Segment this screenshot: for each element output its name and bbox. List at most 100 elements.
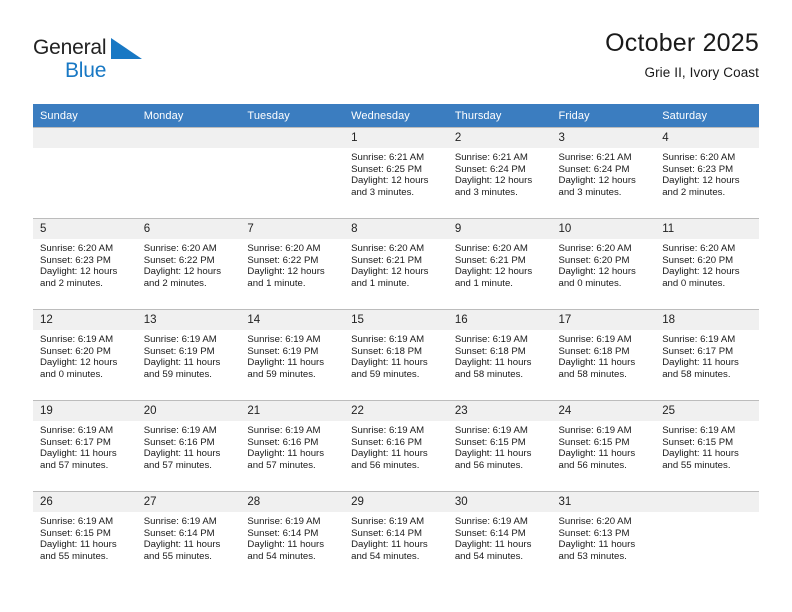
page-header: General Blue October 2025 Grie II, Ivory… [33, 28, 759, 94]
calendar-day-cell[interactable]: 12 Sunrise: 6:19 AM Sunset: 6:20 PM Dayligh… [33, 309, 137, 401]
day-number: 3 [551, 128, 656, 148]
calendar-day-cell[interactable]: 27 Sunrise: 6:19 AM Sunset: 6:14 PM Dayligh… [136, 491, 241, 582]
daylight-text-line2: and 1 minute. [351, 277, 410, 289]
calendar-day-cell[interactable]: 23 Sunrise: 6:19 AM Sunset: 6:15 PM Dayligh… [447, 400, 552, 492]
sunrise-text: Sunrise: 6:19 AM [662, 334, 736, 345]
daylight-text-line1: Daylight: 11 hours [351, 448, 428, 460]
daylight-text-line2: and 58 minutes. [558, 368, 627, 380]
calendar-day-cell[interactable]: 29 Sunrise: 6:19 AM Sunset: 6:14 PM Dayligh… [344, 491, 448, 582]
calendar-day-cell[interactable]: 22 Sunrise: 6:19 AM Sunset: 6:16 PM Dayligh… [344, 400, 448, 492]
calendar-day-cell[interactable]: 8 Sunrise: 6:20 AM Sunset: 6:21 PM Daylight… [344, 218, 448, 310]
daylight-text-line1: Daylight: 11 hours [351, 539, 428, 551]
daylight-text-line2: and 56 minutes. [454, 459, 524, 471]
daylight-text-line2: and 57 minutes. [40, 459, 109, 471]
day-number: 31 [551, 492, 656, 512]
day-details: Sunrise: 6:20 AM Sunset: 6:23 PM Daylight:… [655, 148, 759, 198]
sunrise-text: Sunrise: 6:19 AM [351, 334, 425, 345]
calendar-week-row: 26 Sunrise: 6:19 AM Sunset: 6:15 PM Dayligh… [33, 491, 759, 582]
day-details: Sunrise: 6:19 AM Sunset: 6:19 PM Daylight:… [137, 330, 241, 380]
general-blue-logo: General Blue [33, 36, 233, 90]
sunset-text: Sunset: 6:15 PM [454, 436, 526, 448]
calendar-day-cell[interactable]: 17 Sunrise: 6:19 AM Sunset: 6:18 PM Dayligh… [551, 309, 656, 401]
day-number: 1 [344, 128, 448, 148]
daylight-text-line2: and 1 minute. [454, 277, 513, 289]
sunset-text: Sunset: 6:23 PM [40, 254, 111, 266]
calendar-day-cell[interactable]: 2 Sunrise: 6:21 AM Sunset: 6:24 PM Daylight… [447, 127, 552, 219]
daylight-text-line1: Daylight: 12 hours [40, 357, 118, 369]
logo-text-blue: Blue [65, 59, 107, 82]
daylight-text-line2: and 54 minutes. [247, 550, 316, 562]
weekday-header-row: Sunday Monday Tuesday Wednesday Thursday… [33, 104, 759, 128]
sunset-text: Sunset: 6:18 PM [454, 345, 526, 357]
sunrise-text: Sunrise: 6:19 AM [143, 334, 217, 345]
sunrise-text: Sunrise: 6:19 AM [558, 334, 632, 345]
sunset-text: Sunset: 6:17 PM [40, 436, 111, 448]
daylight-text-line1: Daylight: 11 hours [454, 357, 532, 369]
weekday-header-monday: Monday [136, 104, 241, 128]
calendar-day-cell[interactable]: 10 Sunrise: 6:20 AM Sunset: 6:20 PM Dayligh… [551, 218, 656, 310]
sunset-text: Sunset: 6:24 PM [558, 163, 630, 175]
daylight-text-line2: and 3 minutes. [351, 186, 415, 198]
calendar-day-cell[interactable]: 16 Sunrise: 6:19 AM Sunset: 6:18 PM Dayligh… [447, 309, 552, 401]
day-details: Sunrise: 6:20 AM Sunset: 6:13 PM Daylight:… [552, 512, 656, 562]
calendar-day-cell[interactable]: 5 Sunrise: 6:20 AM Sunset: 6:23 PM Daylight… [33, 218, 137, 310]
day-details: Sunrise: 6:20 AM Sunset: 6:21 PM Daylight:… [448, 239, 552, 289]
day-number: 30 [447, 492, 552, 512]
daylight-text-line1: Daylight: 11 hours [662, 448, 739, 460]
day-number: 26 [33, 492, 137, 512]
sunrise-text: Sunrise: 6:20 AM [351, 243, 425, 254]
daylight-text-line2: and 0 minutes. [40, 368, 103, 380]
day-number [655, 492, 759, 512]
daylight-text-line1: Daylight: 11 hours [143, 357, 221, 369]
daylight-text-line2: and 3 minutes. [454, 186, 518, 198]
calendar-day-cell[interactable]: 11 Sunrise: 6:20 AM Sunset: 6:20 PM Dayligh… [655, 218, 759, 310]
daylight-text-line2: and 0 minutes. [558, 277, 622, 289]
sunset-text: Sunset: 6:16 PM [247, 436, 319, 448]
daylight-text-line1: Daylight: 12 hours [40, 266, 118, 278]
calendar-day-cell[interactable]: 28 Sunrise: 6:19 AM Sunset: 6:14 PM Dayligh… [240, 491, 345, 582]
weekday-header-wednesday: Wednesday [344, 104, 448, 128]
calendar-day-cell[interactable]: 13 Sunrise: 6:19 AM Sunset: 6:19 PM Dayligh… [136, 309, 241, 401]
calendar-day-cell[interactable]: 18 Sunrise: 6:19 AM Sunset: 6:17 PM Dayligh… [655, 309, 759, 401]
day-details: Sunrise: 6:20 AM Sunset: 6:20 PM Daylight:… [655, 239, 759, 289]
sunset-text: Sunset: 6:17 PM [662, 345, 734, 357]
sunrise-text: Sunrise: 6:20 AM [558, 516, 632, 527]
sunset-text: Sunset: 6:16 PM [143, 436, 215, 448]
day-number: 20 [136, 401, 241, 421]
calendar-day-cell[interactable]: 26 Sunrise: 6:19 AM Sunset: 6:15 PM Dayligh… [33, 491, 137, 582]
daylight-text-line2: and 55 minutes. [662, 459, 731, 471]
calendar-day-cell[interactable]: 19 Sunrise: 6:19 AM Sunset: 6:17 PM Dayligh… [33, 400, 137, 492]
calendar-day-cell[interactable]: 14 Sunrise: 6:19 AM Sunset: 6:19 PM Dayligh… [240, 309, 345, 401]
sunrise-text: Sunrise: 6:20 AM [558, 243, 632, 254]
day-details: Sunrise: 6:19 AM Sunset: 6:14 PM Daylight:… [344, 512, 448, 562]
calendar-day-cell[interactable]: 21 Sunrise: 6:19 AM Sunset: 6:16 PM Dayligh… [240, 400, 345, 492]
sunset-text: Sunset: 6:25 PM [351, 163, 423, 175]
calendar-day-cell[interactable]: 1 Sunrise: 6:21 AM Sunset: 6:25 PM Daylight… [344, 127, 448, 219]
calendar-day-cell[interactable]: 6 Sunrise: 6:20 AM Sunset: 6:22 PM Daylight… [136, 218, 241, 310]
sunset-text: Sunset: 6:15 PM [40, 527, 111, 539]
calendar-day-cell[interactable]: 4 Sunrise: 6:20 AM Sunset: 6:23 PM Daylight… [655, 127, 759, 219]
day-number: 11 [655, 219, 759, 239]
sunset-text: Sunset: 6:14 PM [454, 527, 526, 539]
calendar-day-cell[interactable]: 25 Sunrise: 6:19 AM Sunset: 6:15 PM Dayligh… [655, 400, 759, 492]
daylight-text-line2: and 57 minutes. [143, 459, 212, 471]
daylight-text-line2: and 55 minutes. [40, 550, 109, 562]
calendar-day-cell[interactable]: 30 Sunrise: 6:19 AM Sunset: 6:14 PM Dayligh… [447, 491, 552, 582]
calendar-day-cell[interactable]: 7 Sunrise: 6:20 AM Sunset: 6:22 PM Daylight… [240, 218, 345, 310]
daylight-text-line1: Daylight: 12 hours [454, 175, 533, 187]
calendar-day-cell[interactable]: 24 Sunrise: 6:19 AM Sunset: 6:15 PM Dayligh… [551, 400, 656, 492]
sunrise-text: Sunrise: 6:21 AM [454, 152, 528, 163]
weekday-header-friday: Friday [551, 104, 656, 128]
daylight-text-line2: and 59 minutes. [247, 368, 316, 380]
calendar-day-cell[interactable]: 3 Sunrise: 6:21 AM Sunset: 6:24 PM Daylight… [551, 127, 656, 219]
day-details: Sunrise: 6:19 AM Sunset: 6:14 PM Daylight:… [137, 512, 241, 562]
calendar-day-cell[interactable]: 31 Sunrise: 6:20 AM Sunset: 6:13 PM Dayligh… [551, 491, 656, 582]
calendar-day-cell[interactable]: 20 Sunrise: 6:19 AM Sunset: 6:16 PM Dayligh… [136, 400, 241, 492]
calendar-cell-empty [240, 127, 345, 219]
daylight-text-line1: Daylight: 12 hours [247, 266, 325, 278]
day-number: 12 [33, 310, 137, 330]
day-details: Sunrise: 6:20 AM Sunset: 6:22 PM Daylight:… [137, 239, 241, 289]
calendar-day-cell[interactable]: 15 Sunrise: 6:19 AM Sunset: 6:18 PM Dayligh… [344, 309, 448, 401]
daylight-text-line1: Daylight: 11 hours [247, 357, 325, 369]
calendar-day-cell[interactable]: 9 Sunrise: 6:20 AM Sunset: 6:21 PM Daylight… [447, 218, 552, 310]
